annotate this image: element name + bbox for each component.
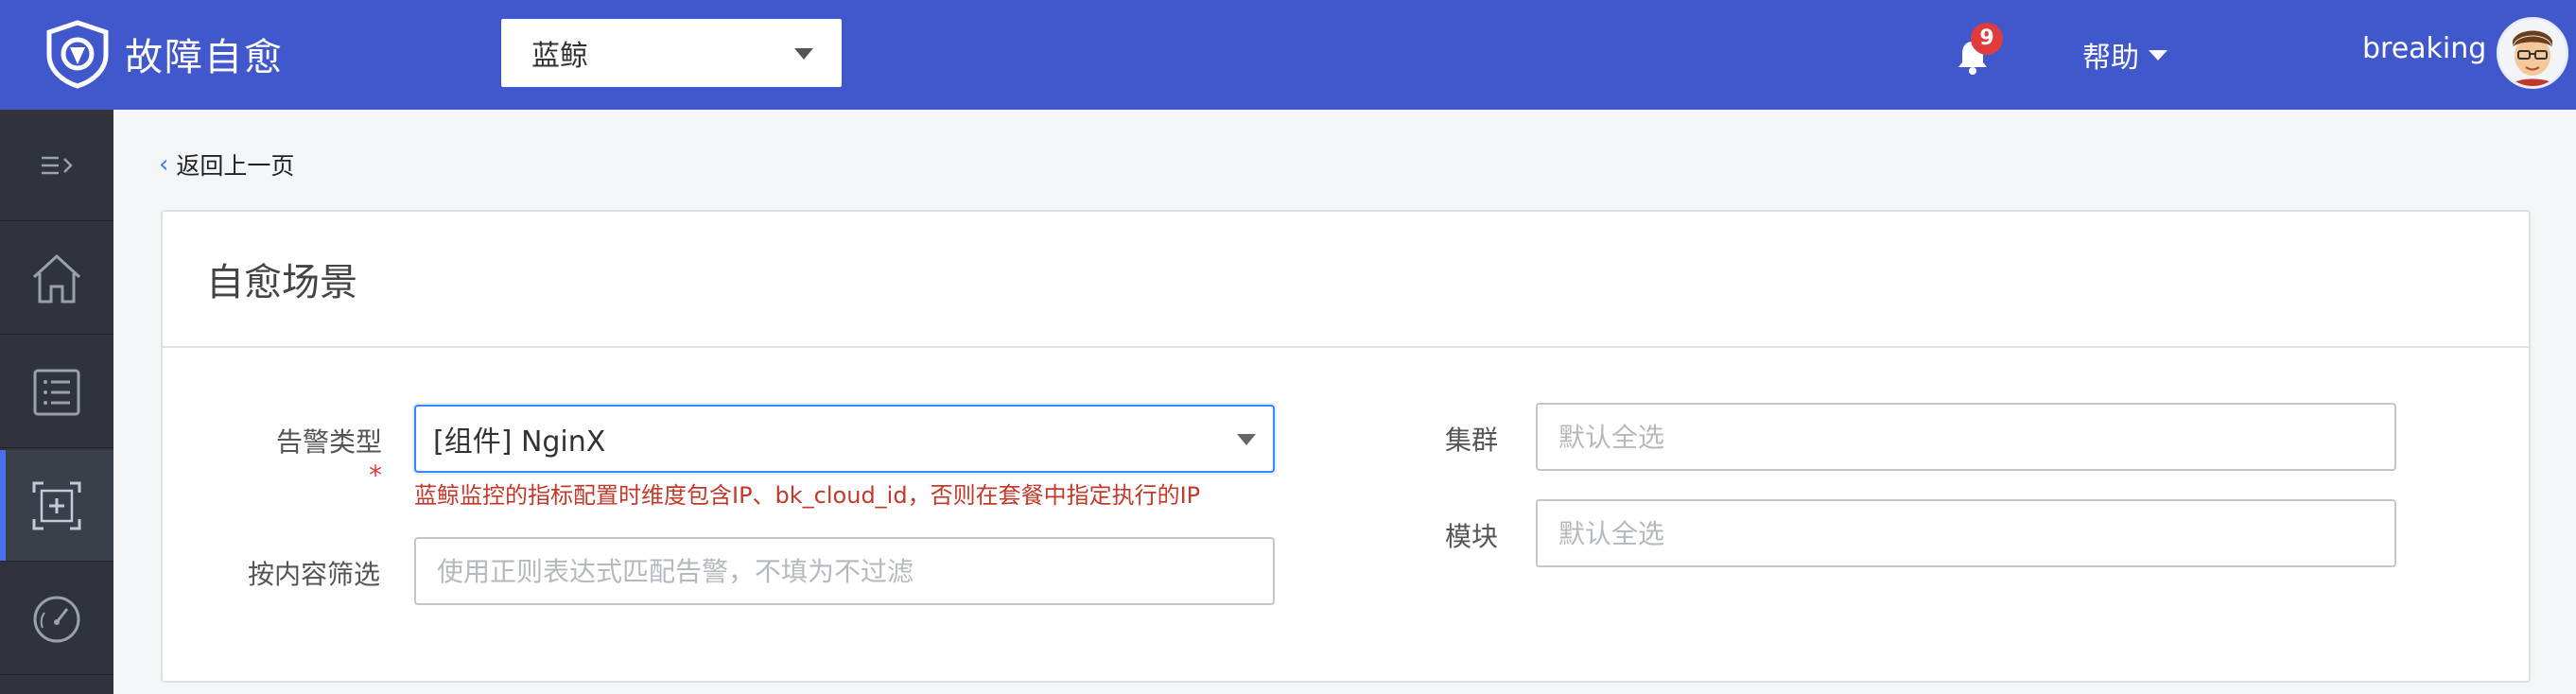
- alarm-type-hint: 蓝鲸监控的指标配置时维度包含IP、bk_cloud_id，否则在套餐中指定执行的…: [414, 482, 1201, 509]
- chevron-down-icon: [1237, 434, 1256, 445]
- alarm-type-label: 告警类型*: [269, 422, 382, 491]
- user-avatar-icon: [2499, 20, 2566, 86]
- content-filter-input[interactable]: [414, 537, 1275, 605]
- card-header: 自愈场景: [163, 212, 2529, 348]
- alarm-type-select[interactable]: [组件] NginX: [414, 405, 1275, 473]
- sidebar-item-dashboard[interactable]: [0, 564, 113, 675]
- menu-toggle-icon: [42, 156, 73, 174]
- chevron-down-icon: [2149, 49, 2167, 61]
- cluster-input[interactable]: [1536, 403, 2396, 471]
- business-select[interactable]: 蓝鲸: [501, 19, 842, 87]
- business-select-value: 蓝鲸: [531, 40, 588, 73]
- page-title: 自愈场景: [206, 261, 357, 304]
- alarm-type-value: [组件] NginX: [433, 425, 606, 459]
- module-input[interactable]: [1536, 499, 2396, 567]
- chevron-down-icon: [794, 48, 813, 60]
- sidebar-item-scene[interactable]: [0, 450, 113, 562]
- username[interactable]: breaking: [2362, 32, 2486, 65]
- sidebar-item-list[interactable]: [0, 337, 113, 448]
- content-filter-label: 按内容筛选: [247, 559, 380, 590]
- sidebar-toggle[interactable]: [0, 110, 113, 221]
- app-name: 故障自愈: [125, 36, 284, 79]
- avatar[interactable]: [2497, 17, 2568, 89]
- chevron-left-icon: ‹: [159, 150, 169, 179]
- shield-logo-icon: [46, 20, 109, 89]
- app-logo[interactable]: 故障自愈: [44, 19, 284, 89]
- sidebar: [0, 110, 113, 694]
- alarm-type-label-text: 告警类型: [275, 426, 382, 458]
- list-icon: [33, 369, 80, 415]
- module-label: 模块: [1444, 521, 1498, 552]
- help-menu[interactable]: 帮助: [2082, 34, 2167, 76]
- top-navbar: 故障自愈 蓝鲸 9 帮助 breaking: [0, 0, 2576, 110]
- notification-badge: 9: [1971, 23, 2003, 55]
- home-icon: [32, 253, 81, 303]
- cluster-label: 集群: [1444, 425, 1498, 456]
- sidebar-item-home[interactable]: [0, 223, 113, 335]
- required-mark: *: [369, 460, 382, 491]
- back-link[interactable]: ‹ 返回上一页: [159, 147, 294, 182]
- back-label: 返回上一页: [176, 152, 295, 180]
- help-label: 帮助: [2082, 42, 2139, 75]
- dashboard-icon: [33, 596, 80, 642]
- scene-icon: [32, 481, 81, 529]
